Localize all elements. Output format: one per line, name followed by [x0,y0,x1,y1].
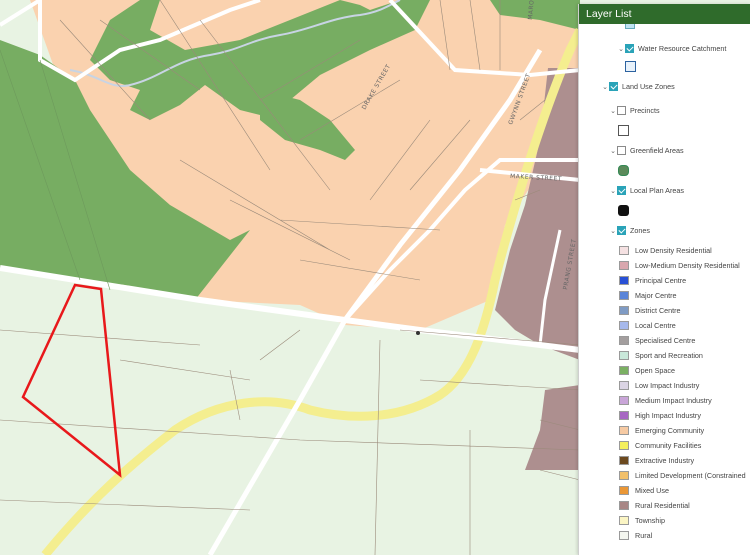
legend-label: Principal Centre [635,276,687,285]
layer-row-precincts[interactable]: ⌄ Precincts [609,106,660,115]
legend-item: Low Density Residential [619,246,712,255]
legend-swatch [619,366,629,375]
layer-label-land-use-zones: Land Use Zones [622,82,675,91]
legend-label: Township [635,516,665,525]
chevron-down-icon[interactable]: ⌄ [617,45,625,53]
chevron-down-icon[interactable]: ⌄ [609,227,617,235]
legend-label: Low-Medium Density Residential [635,261,740,270]
legend-label: Limited Development (Constrained [635,471,746,480]
legend-label: Specialised Centre [635,336,696,345]
legend-swatch [619,471,629,480]
legend-label: District Centre [635,306,681,315]
legend-label: Emerging Community [635,426,705,435]
legend-swatch [619,441,629,450]
legend-label: Open Space [635,366,675,375]
legend-swatch [619,276,629,285]
precincts-symbol [618,125,629,136]
legend-swatch [619,396,629,405]
legend-item: Low Impact Industry [619,381,699,390]
legend-swatch [619,516,629,525]
legend-swatch [619,486,629,495]
legend-swatch [619,501,629,510]
legend-swatch [619,411,629,420]
legend-item: Community Facilities [619,441,701,450]
legend-label: Low Impact Industry [635,381,700,390]
legend-label: Mixed Use [635,486,669,495]
layer-label-zones: Zones [630,226,650,235]
legend-label: Extractive Industry [635,456,695,465]
legend-swatch [619,291,629,300]
greenfield-symbol [618,165,629,176]
legend-item: Local Centre [619,321,676,330]
legend-swatch [619,381,629,390]
legend-swatch [619,456,629,465]
layer-checkbox-water-resource[interactable] [625,44,634,53]
legend-item: District Centre [619,306,681,315]
layer-row-greenfield[interactable]: ⌄ Greenfield Areas [609,146,684,155]
layer-checkbox-land-use-zones[interactable] [609,82,618,91]
layer-checkbox-greenfield[interactable] [617,146,626,155]
legend-label: Rural Residential [635,501,690,510]
legend-swatch [619,531,629,540]
legend-label: Sport and Recreation [635,351,703,360]
layer-label-local-plan: Local Plan Areas [630,186,684,195]
legend-item: Rural [619,531,652,540]
legend-swatch [619,321,629,330]
legend-label: Medium Impact Industry [635,396,712,405]
layer-row-land-use-zones[interactable]: ⌄ Land Use Zones [601,82,675,91]
chevron-down-icon[interactable]: ⌄ [609,187,617,195]
legend-swatch [619,246,629,255]
legend-item: Mixed Use [619,486,669,495]
legend-item: Low-Medium Density Residential [619,261,740,270]
legend-label: Major Centre [635,291,677,300]
legend-swatch [619,306,629,315]
water-resource-symbol [625,61,636,72]
layer-list-title: Layer List [579,4,750,24]
layer-label-greenfield: Greenfield Areas [630,146,684,155]
layer-row-local-plan[interactable]: ⌄ Local Plan Areas [609,186,684,195]
legend-swatch [619,261,629,270]
legend-item: Emerging Community [619,426,704,435]
legend-item: Specialised Centre [619,336,695,345]
legend-item: Township [619,516,665,525]
legend-item: High Impact Industry [619,411,701,420]
layer-label-water-resource: Water Resource Catchment [638,44,727,53]
legend-item: Medium Impact Industry [619,396,712,405]
layer-row-zones[interactable]: ⌄ Zones [609,226,650,235]
legend-label: Low Density Residential [635,246,712,255]
layer-label-precincts: Precincts [630,106,660,115]
chevron-down-icon[interactable]: ⌄ [609,147,617,155]
legend-label: Local Centre [635,321,676,330]
layer-list-panel: Layer List ⌄ Water Resource Catchment ⌄ … [578,4,750,555]
legend-item: Principal Centre [619,276,686,285]
legend-swatch [619,336,629,345]
legend-label: Community Facilities [635,441,702,450]
water-resource-symbol-top [625,24,635,29]
legend-item: Open Space [619,366,675,375]
layer-checkbox-zones[interactable] [617,226,626,235]
map-marker-dot [416,331,420,335]
legend-label: Rural [635,531,653,540]
layer-checkbox-precincts[interactable] [617,106,626,115]
legend-item: Sport and Recreation [619,351,703,360]
chevron-down-icon[interactable]: ⌄ [609,107,617,115]
legend-swatch [619,426,629,435]
local-plan-symbol [618,205,629,216]
layer-row-water-resource[interactable]: ⌄ Water Resource Catchment [617,44,726,53]
legend-item: Major Centre [619,291,677,300]
legend-label: High Impact Industry [635,411,701,420]
legend-item: Extractive Industry [619,456,694,465]
legend-item: Limited Development (Constrained [619,471,746,480]
chevron-down-icon[interactable]: ⌄ [601,83,609,91]
legend-swatch [619,351,629,360]
legend-item: Rural Residential [619,501,690,510]
layer-checkbox-local-plan[interactable] [617,186,626,195]
